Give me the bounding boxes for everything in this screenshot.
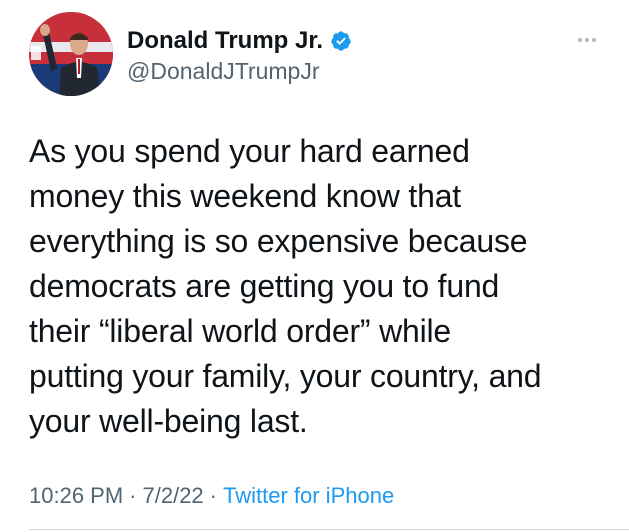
tweet-text-line: money this weekend know that bbox=[29, 178, 461, 214]
tweet-card: Donald Trump Jr. @DonaldJTrumpJr As you … bbox=[0, 0, 629, 532]
tweet-time[interactable]: 10:26 PM bbox=[29, 479, 123, 513]
author-display-name[interactable]: Donald Trump Jr. bbox=[127, 26, 323, 56]
tweet-text-line: putting your family, your country, and bbox=[29, 358, 542, 394]
divider bbox=[29, 529, 629, 530]
tweet-text-line: your well-being last. bbox=[29, 403, 308, 439]
tweet-text-line: democrats are getting you to fund bbox=[29, 268, 500, 304]
verified-badge-icon bbox=[330, 30, 352, 52]
tweet-source-link[interactable]: Twitter for iPhone bbox=[223, 479, 394, 513]
tweet-text-line: everything is so expensive because bbox=[29, 223, 528, 259]
more-options-icon-dot bbox=[585, 38, 589, 42]
more-options-button[interactable] bbox=[572, 30, 602, 50]
meta-separator: · bbox=[209, 483, 217, 508]
tweet-text: As you spend your hard earned money this… bbox=[29, 129, 619, 444]
avatar-image bbox=[29, 12, 113, 96]
tweet-meta: 10:26 PM · 7/2/22 · Twitter for iPhone bbox=[29, 479, 394, 513]
more-options-icon-dot bbox=[592, 38, 596, 42]
more-options-icon bbox=[578, 38, 582, 42]
meta-separator: · bbox=[129, 483, 137, 508]
author-handle[interactable]: @DonaldJTrumpJr bbox=[127, 56, 320, 86]
tweet-text-line: As you spend your hard earned bbox=[29, 133, 470, 169]
tweet-date[interactable]: 7/2/22 bbox=[143, 479, 204, 513]
tweet-text-line: their “liberal world order” while bbox=[29, 313, 451, 349]
author-name-row: Donald Trump Jr. bbox=[127, 26, 352, 56]
avatar[interactable] bbox=[29, 12, 113, 96]
